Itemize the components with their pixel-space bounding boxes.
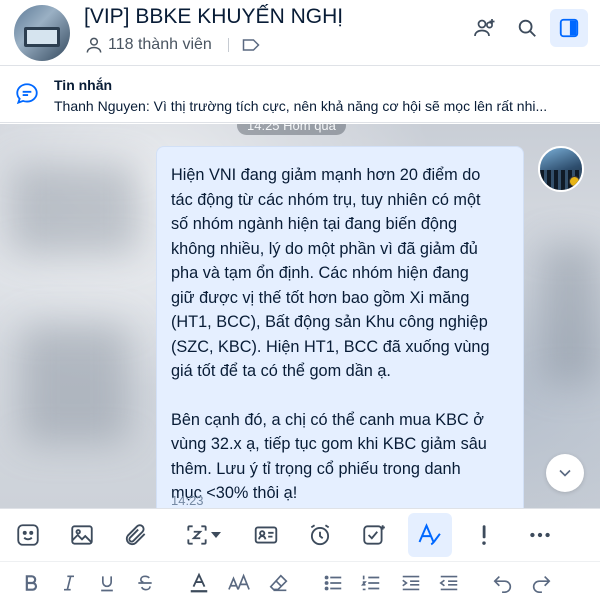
members-icon [86, 37, 102, 53]
indent-icon [402, 575, 420, 591]
reminder-button[interactable] [298, 513, 342, 557]
add-member-icon [474, 19, 495, 37]
tag-icon[interactable] [241, 37, 261, 53]
panel-toggle-icon [559, 18, 579, 38]
group-avatar[interactable] [14, 5, 70, 61]
underline-icon [101, 576, 113, 592]
pinned-preview: Thanh Nguyen: Vì thị trường tích cực, nê… [54, 98, 548, 114]
key-badge-icon [569, 176, 580, 187]
underline-button[interactable] [90, 568, 124, 598]
bullet-list-icon [324, 575, 342, 591]
clear-format-button[interactable] [262, 568, 296, 598]
search-button[interactable] [508, 9, 546, 47]
sender-avatar[interactable] [538, 146, 584, 192]
search-icon [518, 19, 536, 37]
member-info[interactable]: 118 thành viên [84, 35, 265, 55]
italic-icon [64, 575, 74, 591]
urgent-icon [482, 525, 486, 545]
redo-icon [532, 575, 551, 593]
member-count: 118 thành viên [108, 36, 212, 53]
date-separator: 14:25 Hôm qua [237, 124, 346, 135]
divider [227, 38, 229, 52]
reminder-clock-icon [310, 524, 330, 546]
strikethrough-button[interactable] [128, 568, 162, 598]
contact-card-button[interactable] [244, 513, 288, 557]
group-title[interactable]: [VIP] BBKE KHUYẾN NGHỊ [84, 5, 343, 29]
pinned-title: Tin nhắn [54, 77, 113, 93]
font-color-button[interactable] [182, 568, 216, 598]
indent-button[interactable] [394, 568, 428, 598]
message-paragraph: Hiện VNI đang giảm mạnh hơn 20 điểm do t… [171, 166, 490, 380]
undo-icon [493, 575, 512, 593]
urgent-button[interactable] [462, 513, 506, 557]
screenshot-icon [187, 525, 207, 545]
message-bubble[interactable]: Hiện VNI đang giảm mạnh hơn 20 điểm do t… [156, 146, 524, 508]
format-text-icon [418, 523, 441, 546]
message-time: 14:23 [171, 493, 204, 508]
task-button[interactable] [352, 513, 396, 557]
attachment-button[interactable] [114, 513, 158, 557]
chat-header: [VIP] BBKE KHUYẾN NGHỊ 118 thành viên [0, 0, 600, 66]
message-bubble-icon [16, 83, 38, 105]
outdent-button[interactable] [432, 568, 466, 598]
format-bar [0, 561, 600, 600]
outdent-icon [439, 575, 458, 591]
more-icon [530, 532, 550, 538]
task-icon [363, 525, 385, 545]
numbered-list-icon [360, 575, 380, 591]
italic-button[interactable] [52, 568, 86, 598]
chevron-down-icon [211, 532, 221, 538]
undo-button[interactable] [486, 568, 520, 598]
background-blur [540, 244, 600, 384]
add-member-button[interactable] [466, 9, 504, 47]
chat-area[interactable]: 14:25 Hôm qua Hiện VNI đang giảm mạnh hơ… [0, 124, 600, 508]
strikethrough-icon [138, 575, 152, 591]
sticker-button[interactable] [6, 513, 50, 557]
background-blur [10, 164, 140, 254]
composer-toolbar [0, 508, 600, 560]
attachment-icon [125, 524, 146, 546]
redo-button[interactable] [524, 568, 558, 598]
bold-button[interactable] [14, 568, 48, 598]
font-color-icon [190, 572, 208, 593]
pinned-message-bar[interactable]: Tin nhắn Thanh Nguyen: Vì thị trường tíc… [0, 67, 600, 123]
font-size-button[interactable] [222, 568, 256, 598]
more-button[interactable] [518, 513, 562, 557]
contact-card-icon [254, 526, 278, 544]
sticker-icon [17, 524, 39, 546]
numbered-list-button[interactable] [354, 568, 388, 598]
format-text-button[interactable] [408, 513, 452, 557]
screenshot-button[interactable] [174, 513, 232, 557]
chevron-down-icon [559, 469, 571, 477]
bullet-list-button[interactable] [316, 568, 350, 598]
clear-format-icon [269, 574, 288, 592]
scroll-down-button[interactable] [546, 454, 584, 492]
font-size-icon [228, 573, 250, 590]
bold-icon [25, 575, 37, 591]
background-blur [20, 324, 130, 444]
panel-toggle-button[interactable] [550, 9, 588, 47]
message-paragraph: Bên cạnh đó, a chị có thể canh mua KBC ở… [171, 410, 487, 503]
image-button[interactable] [60, 513, 104, 557]
image-icon [71, 525, 93, 545]
